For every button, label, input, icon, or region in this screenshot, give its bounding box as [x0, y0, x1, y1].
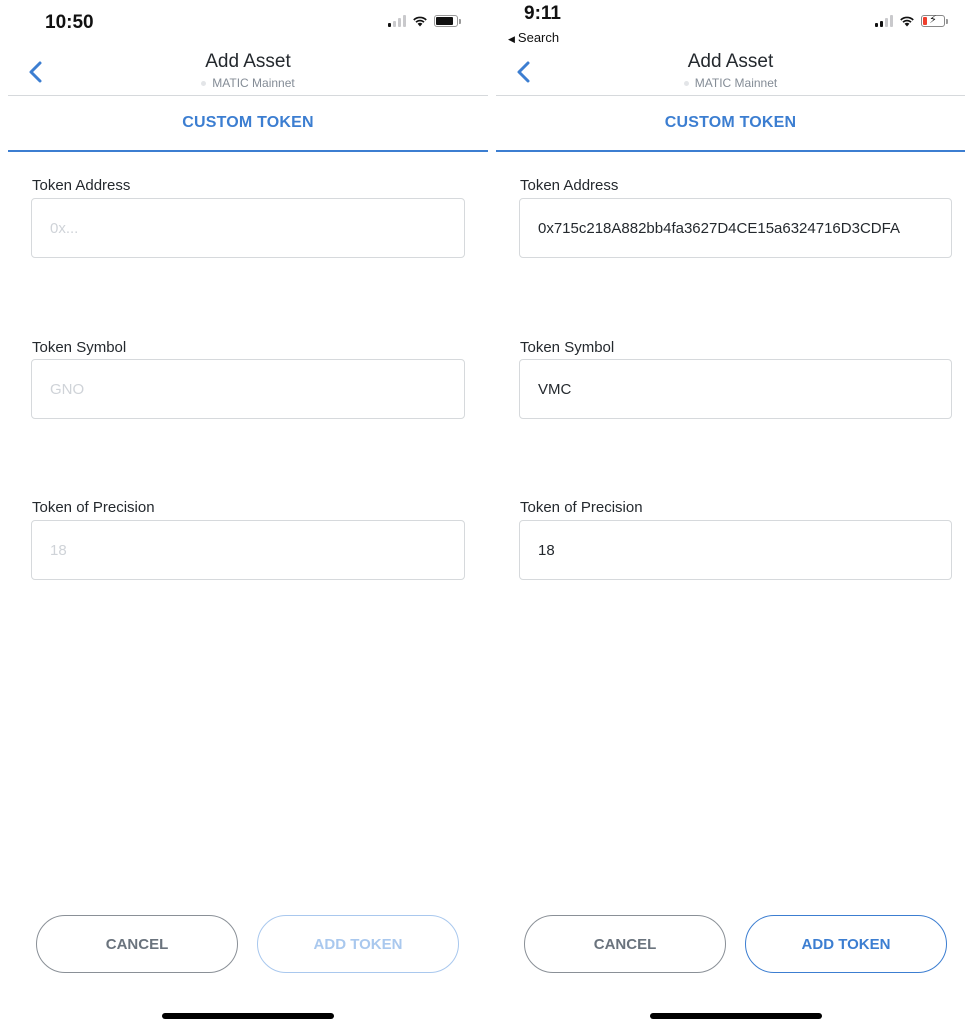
token-address-input[interactable] — [50, 219, 446, 237]
status-bar: 9:11 ◀ Search ⚡ — [488, 0, 965, 48]
token-precision-input[interactable] — [538, 541, 933, 559]
navigation-bar: Add Asset MATIC Mainnet — [496, 48, 965, 96]
network-name: MATIC Mainnet — [694, 76, 778, 90]
cellular-signal-icon — [875, 15, 893, 27]
cellular-signal-icon — [388, 15, 406, 27]
home-indicator — [650, 1013, 822, 1019]
add-token-button[interactable]: ADD TOKEN — [745, 915, 947, 973]
bolt-icon: ⚡ — [929, 14, 937, 26]
network-dot-icon — [683, 81, 689, 87]
token-symbol-input[interactable] — [50, 380, 446, 398]
back-app-label: Search — [517, 30, 560, 45]
token-symbol-label: Token Symbol — [520, 339, 615, 356]
status-time: 10:50 — [45, 12, 94, 33]
token-symbol-field[interactable] — [31, 359, 465, 419]
token-address-label: Token Address — [520, 177, 619, 194]
token-precision-input[interactable] — [50, 541, 446, 559]
token-address-field[interactable] — [31, 198, 465, 258]
home-indicator — [162, 1013, 334, 1019]
tab-label: CUSTOM TOKEN — [664, 114, 797, 131]
page-title: Add Asset — [687, 51, 774, 72]
network-name: MATIC Mainnet — [212, 76, 295, 90]
token-symbol-field[interactable] — [519, 359, 952, 419]
token-precision-field[interactable] — [31, 520, 465, 580]
network-label: MATIC Mainnet — [496, 76, 965, 90]
token-address-field[interactable] — [519, 198, 952, 258]
tab-custom-token[interactable]: CUSTOM TOKEN — [496, 96, 965, 152]
battery-icon — [434, 15, 461, 27]
network-dot-icon — [201, 81, 207, 87]
add-token-button[interactable]: ADD TOKEN — [257, 915, 459, 973]
status-bar: 10:50 — [0, 0, 488, 48]
status-time: 9:11 — [524, 3, 561, 24]
network-label: MATIC Mainnet — [8, 76, 488, 90]
token-precision-label: Token of Precision — [520, 499, 643, 516]
back-to-app-link[interactable]: ◀ Search — [508, 30, 559, 45]
status-icons: ⚡ — [875, 14, 948, 27]
wifi-icon — [413, 16, 427, 27]
battery-charging-icon: ⚡ — [921, 14, 948, 27]
back-triangle-icon: ◀ — [508, 34, 515, 44]
cancel-button[interactable]: CANCEL — [36, 915, 238, 973]
wifi-icon — [900, 16, 914, 27]
token-address-label: Token Address — [32, 177, 131, 194]
status-icons — [388, 15, 461, 27]
phone-screen-right: 9:11 ◀ Search ⚡ Add Asset MATIC Mainnet C… — [488, 0, 965, 1019]
page-title: Add Asset — [205, 51, 291, 72]
tab-custom-token[interactable]: CUSTOM TOKEN — [8, 96, 488, 152]
navigation-bar: Add Asset MATIC Mainnet — [8, 48, 488, 96]
cancel-button[interactable]: CANCEL — [524, 915, 726, 973]
phone-screen-left: 10:50 Add Asset MATIC Mainnet CUSTOM TOK… — [0, 0, 488, 1019]
tab-label: CUSTOM TOKEN — [182, 114, 314, 131]
token-address-input[interactable] — [538, 219, 933, 237]
token-symbol-label: Token Symbol — [32, 339, 127, 356]
token-symbol-input[interactable] — [538, 380, 933, 398]
token-precision-field[interactable] — [519, 520, 952, 580]
token-precision-label: Token of Precision — [32, 499, 155, 516]
